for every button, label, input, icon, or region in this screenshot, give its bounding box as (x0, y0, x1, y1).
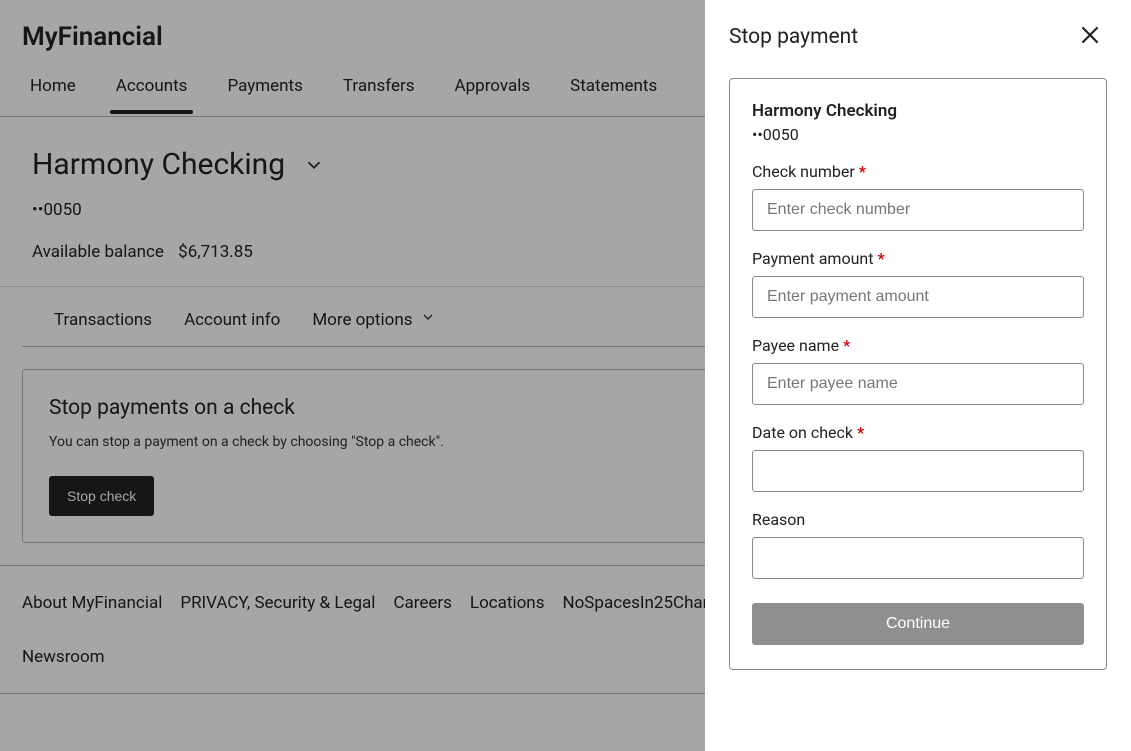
close-button[interactable] (1073, 18, 1107, 56)
payee-name-input[interactable] (752, 363, 1084, 405)
date-on-check-label-text: Date on check (752, 423, 853, 442)
required-marker: * (877, 249, 884, 268)
reason-label: Reason (752, 510, 1084, 529)
date-on-check-input[interactable] (752, 450, 1084, 492)
stop-payment-panel: Stop payment Harmony Checking ••0050 Che… (705, 0, 1131, 751)
payment-amount-label-text: Payment amount (752, 249, 873, 268)
payment-amount-label: Payment amount* (752, 249, 1084, 268)
check-number-input[interactable] (752, 189, 1084, 231)
reason-input[interactable] (752, 537, 1084, 579)
required-marker: * (859, 162, 866, 181)
continue-button[interactable]: Continue (752, 603, 1084, 645)
required-marker: * (857, 423, 864, 442)
reason-label-text: Reason (752, 510, 805, 529)
date-on-check-label: Date on check* (752, 423, 1084, 442)
check-number-label: Check number* (752, 162, 1084, 181)
payment-amount-input[interactable] (752, 276, 1084, 318)
payee-name-label-text: Payee name (752, 336, 839, 355)
panel-account-number: ••0050 (752, 125, 1084, 144)
required-marker: * (843, 336, 850, 355)
panel-form: Harmony Checking ••0050 Check number* Pa… (729, 78, 1107, 670)
panel-account-name: Harmony Checking (752, 101, 1084, 121)
check-number-label-text: Check number (752, 162, 855, 181)
close-icon (1077, 33, 1103, 52)
panel-title: Stop payment (729, 25, 858, 49)
payee-name-label: Payee name* (752, 336, 1084, 355)
